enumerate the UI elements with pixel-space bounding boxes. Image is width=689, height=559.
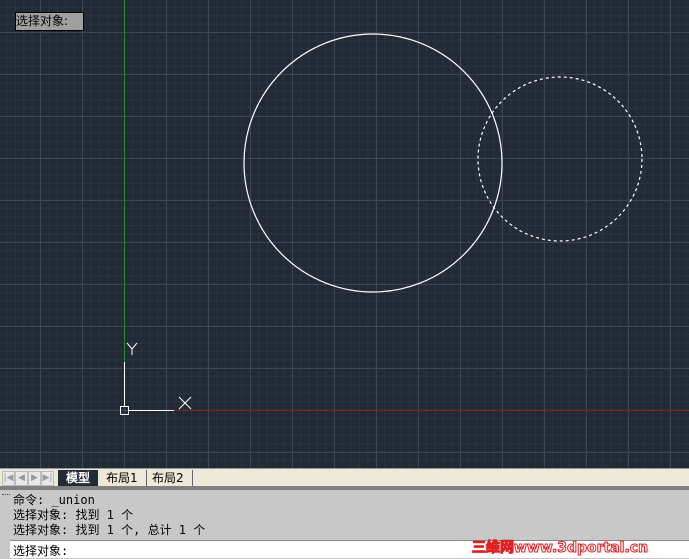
ucs-icon — [120, 342, 192, 415]
selected-dashed-circle[interactable] — [477, 76, 643, 242]
layout-tab-bar: |◀ ◀ ▶ ▶| 模型 布局1 布局2 — [0, 468, 689, 487]
tab-layout2[interactable]: 布局2 — [144, 470, 193, 486]
tab-model[interactable]: 模型 — [58, 470, 99, 486]
next-tab-button[interactable]: ▶ — [28, 471, 41, 486]
grip-handle[interactable] — [2, 494, 10, 498]
drawing-layer — [120, 0, 689, 415]
command-line: 选择对象: 找到 1 个, 总计 1 个 — [13, 523, 206, 537]
command-prompt: 选择对象: — [13, 544, 69, 558]
drawing-canvas[interactable]: 选择对象: — [0, 0, 689, 468]
solid-circle[interactable] — [243, 33, 503, 293]
command-history: 命令: _union 选择对象: 找到 1 个 选择对象: 找到 1 个, 总计… — [0, 486, 689, 544]
tab-layout1[interactable]: 布局1 — [98, 470, 147, 486]
watermark: 三维网www.3dportal.cn — [471, 540, 649, 557]
last-tab-button[interactable]: ▶| — [41, 471, 54, 486]
first-tab-button[interactable]: |◀ — [2, 471, 15, 486]
prev-tab-button[interactable]: ◀ — [15, 471, 28, 486]
cursor-tooltip: 选择对象: — [15, 12, 84, 31]
